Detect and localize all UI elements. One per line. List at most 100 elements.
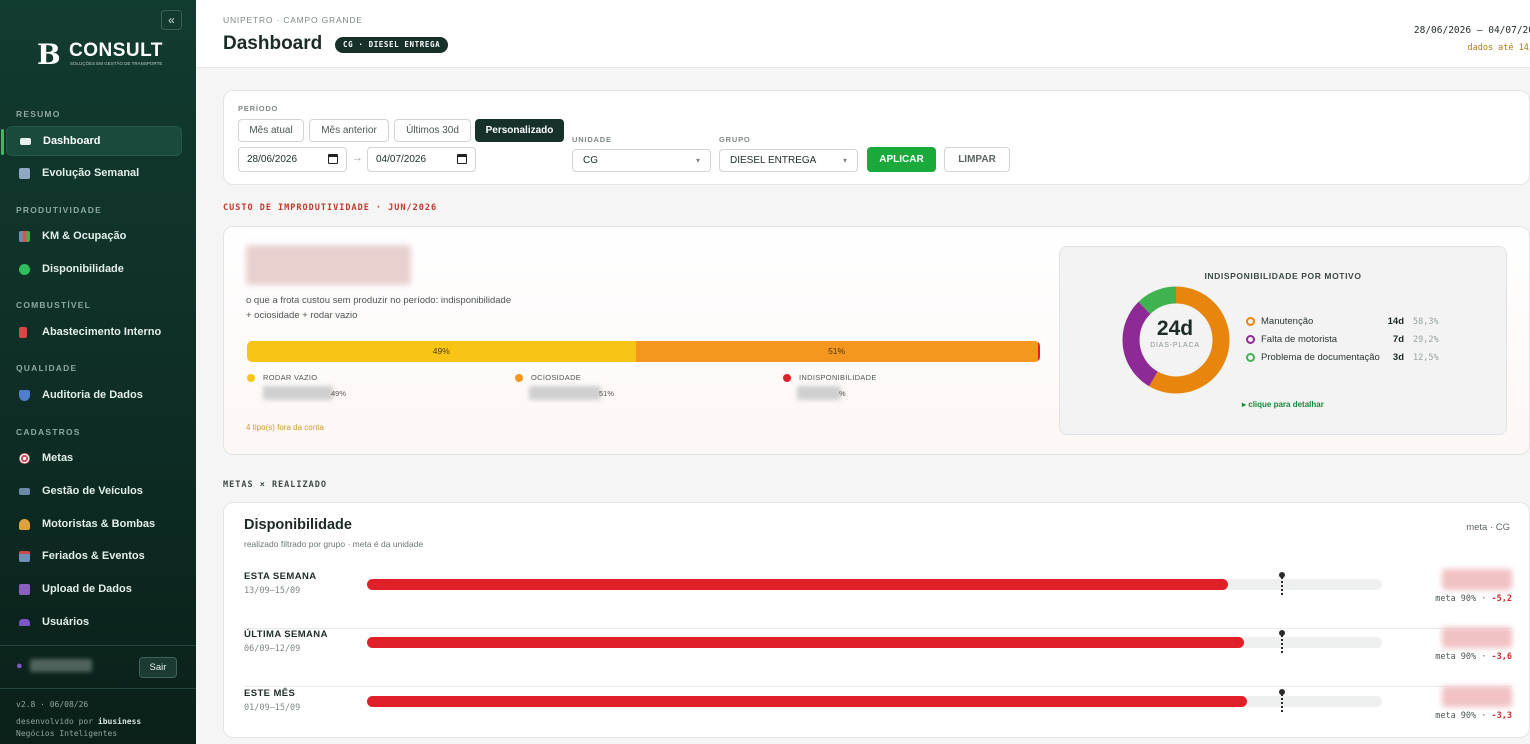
row-delta: -3,3 bbox=[1491, 711, 1512, 721]
apply-button[interactable]: APLICAR bbox=[867, 147, 936, 172]
sidebar-item-upload-de-dados[interactable]: Upload de Dados bbox=[6, 574, 182, 604]
goal-meta-unit: meta · CG bbox=[1466, 522, 1510, 533]
bar-segment-rodar-vazio: 49% bbox=[247, 341, 636, 362]
scope-badge: CG · DIESEL ENTREGA bbox=[335, 37, 449, 53]
progress-track bbox=[367, 689, 1382, 712]
sidebar-item-label: Auditoria de Dados bbox=[42, 389, 143, 401]
legend-value-redacted bbox=[529, 386, 601, 400]
sidebar-item-km-ocupacao[interactable]: KM & Ocupação bbox=[6, 221, 182, 251]
goal-card-subtitle: realizado filtrado por grupo · meta é da… bbox=[244, 539, 424, 549]
sidebar-divider bbox=[0, 688, 196, 689]
legend-pct: 49% bbox=[331, 389, 347, 398]
clear-button[interactable]: LIMPAR bbox=[944, 147, 1010, 172]
ring-green-icon bbox=[1246, 353, 1255, 362]
date-to-value: 04/07/2026 bbox=[376, 154, 427, 165]
legend-ociosidade: OCIOSIDADE bbox=[515, 373, 582, 382]
periodo-label: PERÍODO bbox=[238, 104, 279, 113]
developer-company: ibusiness bbox=[97, 717, 142, 726]
goal-card-title: Disponibilidade bbox=[244, 517, 352, 533]
grupo-select[interactable]: DIESEL ENTREGA ▾ bbox=[719, 149, 858, 172]
legend-label: RODAR VAZIO bbox=[263, 373, 318, 382]
sidebar-item-label: Abastecimento Interno bbox=[42, 326, 162, 338]
sidebar: « B CONSULT SOLUÇÕES EM GESTÃO DE TRANSP… bbox=[0, 0, 196, 744]
date-to-input[interactable]: 04/07/2026 bbox=[367, 147, 476, 172]
collapse-sidebar-button[interactable]: « bbox=[161, 10, 182, 30]
row-meta: meta 90% · -3,6 bbox=[1435, 652, 1512, 662]
chevron-down-icon: ▾ bbox=[842, 156, 847, 165]
cost-stacked-bar: 49% 51% bbox=[247, 341, 1040, 362]
sidebar-item-metas[interactable]: Metas bbox=[6, 443, 182, 473]
sidebar-item-motoristas-bombas[interactable]: Motoristas & Bombas bbox=[6, 509, 182, 539]
filters-card: PERÍODO Mês atual Mês anterior Últimos 3… bbox=[223, 90, 1530, 185]
grupo-label: GRUPO bbox=[719, 135, 751, 144]
sidebar-item-usuarios[interactable]: Usuários bbox=[6, 607, 182, 637]
green-circle-icon bbox=[19, 263, 30, 275]
bar-segment-indisponibilidade bbox=[1037, 341, 1040, 362]
logo-subtitle: SOLUÇÕES EM GESTÃO DE TRANSPORTE bbox=[70, 61, 163, 66]
row-dates: 13/09–15/09 bbox=[244, 586, 301, 596]
section-label-cadastros: CADASTROS bbox=[16, 427, 81, 437]
legend-pct: 51% bbox=[599, 389, 615, 398]
detail-link[interactable]: ▸ clique para detalhar bbox=[1242, 400, 1324, 409]
goal-row: ÚLTIMA SEMANA 06/09–12/09 meta 90% · -3,… bbox=[244, 627, 1512, 687]
legend-label: OCIOSIDADE bbox=[531, 373, 582, 382]
sidebar-item-dashboard[interactable]: Dashboard bbox=[1, 126, 182, 156]
goal-row: ESTA SEMANA 13/09–15/09 meta 90% · -5,2 bbox=[244, 569, 1512, 629]
row-dates: 01/09–15/09 bbox=[244, 703, 301, 713]
sidebar-item-label: Metas bbox=[42, 452, 74, 464]
realized-value-redacted bbox=[1442, 569, 1512, 590]
motivo-pct: 29,2% bbox=[1413, 335, 1439, 345]
sidebar-item-label: Feriados & Eventos bbox=[42, 550, 145, 562]
sidebar-item-auditoria-de-dados[interactable]: Auditoria de Dados bbox=[6, 380, 182, 410]
cost-description-line1: o que a frota custou sem produzir no per… bbox=[246, 295, 512, 306]
users-icon bbox=[19, 618, 30, 626]
calendar-icon[interactable] bbox=[328, 154, 338, 164]
cost-description: o que a frota custou sem produzir no per… bbox=[246, 293, 566, 323]
unidade-select[interactable]: CG ▾ bbox=[572, 149, 711, 172]
motivo-label: Falta de motorista bbox=[1261, 334, 1338, 345]
section-label-qualidade: QUALIDADE bbox=[16, 363, 78, 373]
row-label: ESTA SEMANA bbox=[244, 571, 317, 582]
sidebar-divider bbox=[0, 645, 196, 646]
progress-fill bbox=[367, 579, 1228, 590]
legend-dot-yellow bbox=[247, 374, 255, 382]
legend-dot-orange bbox=[515, 374, 523, 382]
chip-personalizado[interactable]: Personalizado bbox=[475, 119, 564, 142]
target-marker bbox=[1278, 572, 1285, 595]
realized-value-redacted bbox=[1442, 627, 1512, 648]
cost-total-redacted bbox=[246, 245, 411, 285]
legend-value-redacted bbox=[263, 386, 333, 400]
sidebar-item-gestao-de-veiculos[interactable]: Gestão de Veículos bbox=[6, 476, 182, 506]
section-label-combustivel: COMBUSTÍVEL bbox=[16, 300, 92, 310]
row-delta: -5,2 bbox=[1491, 594, 1512, 604]
cost-card: o que a frota custou sem produzir no per… bbox=[223, 226, 1530, 455]
motivo-pct: 58,3% bbox=[1413, 317, 1439, 327]
date-from-input[interactable]: 28/06/2026 bbox=[238, 147, 347, 172]
section-label-produtividade: PRODUTIVIDADE bbox=[16, 205, 102, 215]
dashboard-icon bbox=[20, 137, 31, 145]
sidebar-item-label: Evolução Semanal bbox=[42, 167, 140, 179]
breadcrumb: UNIPETRO · CAMPO GRANDE bbox=[223, 15, 363, 25]
logo-mark: B bbox=[37, 38, 61, 71]
donut-panel[interactable]: INDISPONIBILIDADE POR MOTIVO 24d DIAS-PL… bbox=[1059, 246, 1507, 435]
ring-orange-icon bbox=[1246, 317, 1255, 326]
chip-ultimos-30d[interactable]: Últimos 30d bbox=[394, 119, 471, 142]
progress-track bbox=[367, 572, 1382, 595]
chip-mes-atual[interactable]: Mês atual bbox=[238, 119, 304, 142]
data-until-note: dados até 14/ bbox=[1467, 43, 1530, 53]
bar-segment-ociosidade: 51% bbox=[635, 341, 1038, 362]
sidebar-item-abastecimento-interno[interactable]: Abastecimento Interno bbox=[6, 317, 182, 347]
row-label: ÚLTIMA SEMANA bbox=[244, 629, 328, 640]
sidebar-item-feriados-eventos[interactable]: Feriados & Eventos bbox=[6, 541, 182, 571]
sidebar-item-disponibilidade[interactable]: Disponibilidade bbox=[6, 254, 182, 284]
excluded-types-note: 4 tipo(s) fora da conta bbox=[246, 423, 324, 432]
goals-card: Disponibilidade realizado filtrado por g… bbox=[223, 502, 1530, 738]
legend-value-redacted bbox=[797, 386, 841, 400]
chip-mes-anterior[interactable]: Mês anterior bbox=[309, 119, 389, 142]
sidebar-item-evolucao-semanal[interactable]: Evolução Semanal bbox=[6, 158, 182, 188]
legend-indisponibilidade: INDISPONIBILIDADE bbox=[783, 373, 877, 382]
calendar-icon[interactable] bbox=[457, 154, 467, 164]
main-content: UNIPETRO · CAMPO GRANDE Dashboard CG · D… bbox=[196, 0, 1530, 744]
logout-button[interactable]: Sair bbox=[139, 657, 177, 678]
row-meta-text: meta 90% · bbox=[1435, 594, 1492, 604]
